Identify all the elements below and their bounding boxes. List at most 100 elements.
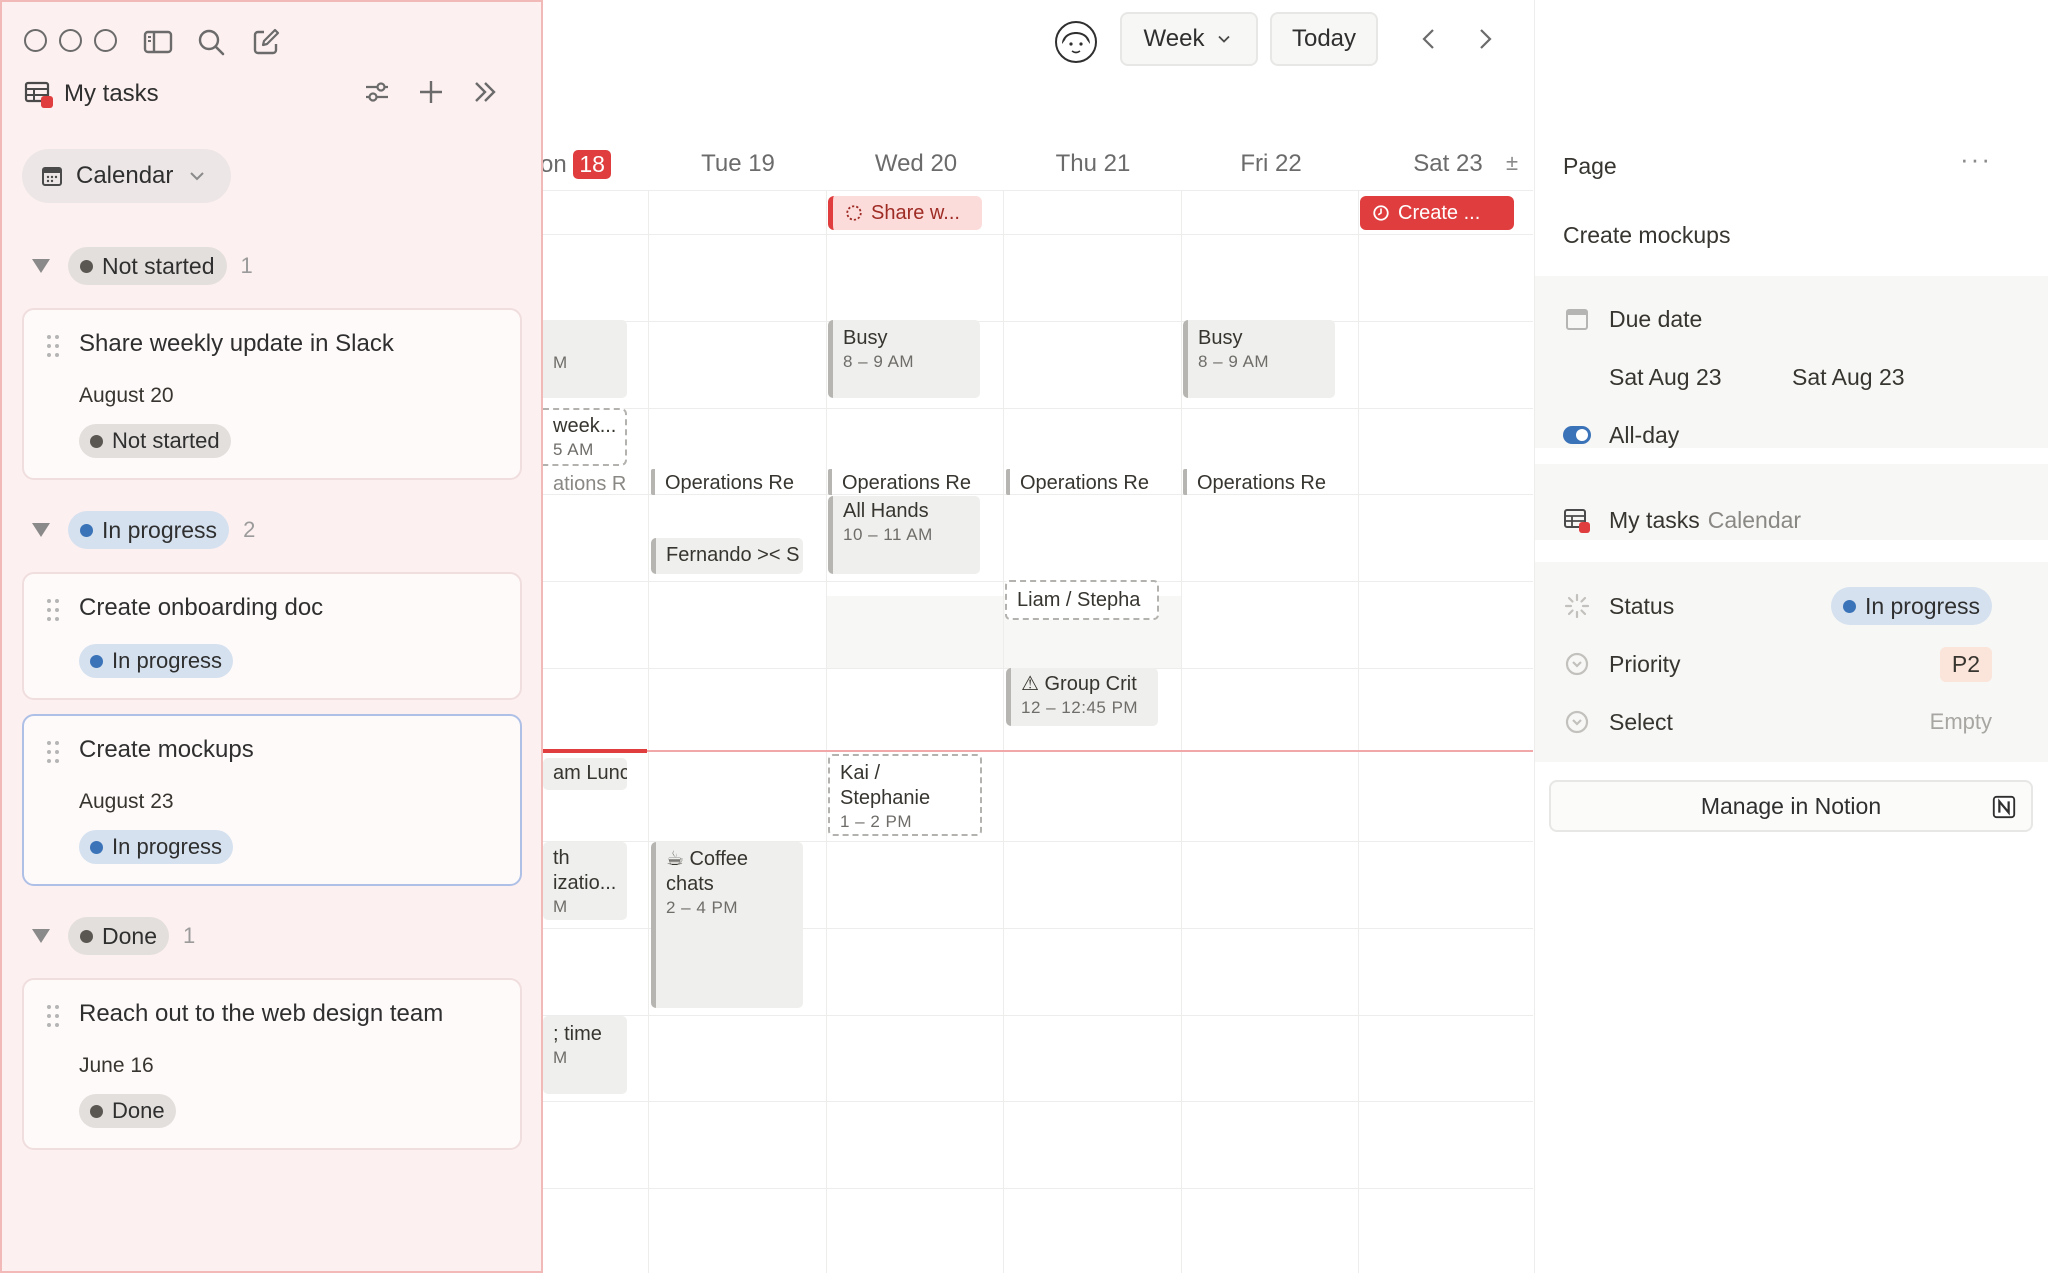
today-button-label: Today [1291, 25, 1357, 52]
event-tue-coffee-chats[interactable]: ☕ Coffee chats 2 – 4 PM [651, 842, 803, 1008]
group-header-done[interactable]: Done 1 [32, 916, 195, 956]
allday-toggle[interactable] [1563, 421, 1591, 449]
add-icon[interactable] [415, 76, 447, 108]
filter-settings-icon[interactable] [361, 76, 393, 108]
double-chevron-right-icon[interactable] [469, 76, 501, 108]
sidebar-toggle-icon[interactable] [142, 26, 174, 58]
due-date-row[interactable]: Due date [1563, 302, 2020, 336]
database-view: Calendar [1707, 506, 1802, 533]
window-controls [24, 29, 117, 52]
task-card[interactable]: Reach out to the web design team June 16… [22, 978, 522, 1150]
view-range-dropdown[interactable]: Week [1120, 12, 1258, 66]
priority-label: Priority [1609, 650, 1681, 677]
status-badge: In progress [79, 830, 234, 864]
view-range-label: Week [1143, 25, 1205, 52]
task-card[interactable]: Share weekly update in Slack August 20 N… [22, 308, 522, 480]
day-header-wed[interactable]: Wed 20 [827, 150, 1005, 178]
event-mon-busy[interactable]: M [543, 320, 627, 398]
page-detail-panel: Page ··· Create mockups Due date Sat Aug… [1534, 0, 2048, 1273]
event-tue-fernando[interactable]: Fernando >< S [651, 538, 803, 574]
page-title: Create mockups [1563, 221, 1731, 248]
group-header-in-progress[interactable]: In progress 2 [32, 510, 255, 550]
day-header-tue[interactable]: Tue 19 [649, 150, 827, 178]
status-value-badge[interactable]: In progress [1830, 587, 1992, 625]
select-value[interactable]: Empty [1930, 709, 1992, 735]
calendar-icon [1563, 305, 1591, 333]
task-date: June 16 [79, 1054, 154, 1077]
select-circle-icon [1563, 708, 1591, 736]
event-thu-operations[interactable]: Operations Re [1006, 469, 1156, 495]
allday-row[interactable]: All-day [1563, 418, 2020, 452]
event-wed-all-hands[interactable]: All Hands 10 – 11 AM [828, 496, 980, 574]
zoom-window-button[interactable] [94, 29, 117, 52]
status-progress-icon [846, 205, 862, 221]
compose-icon[interactable] [250, 26, 282, 58]
expand-allday-toggle[interactable]: ± [1506, 150, 1518, 176]
task-card-selected[interactable]: Create mockups August 23 In progress [22, 714, 522, 886]
status-badge: In progress [68, 511, 230, 549]
page-title-row[interactable]: Create mockups [1563, 218, 2020, 252]
status-label: Status [1609, 592, 1675, 619]
event-mon-operations[interactable]: ations Re [543, 470, 627, 496]
status-badge: Not started [68, 247, 227, 285]
drag-handle-icon[interactable] [46, 598, 60, 622]
status-badge: Done [68, 917, 169, 955]
collapse-triangle-icon[interactable] [32, 929, 50, 943]
event-mon-focus-time[interactable]: ; time M [543, 1016, 627, 1094]
event-thu-group-crit[interactable]: ⚠ Group Crit 12 – 12:45 PM [1006, 668, 1158, 726]
task-date: August 23 [79, 790, 174, 813]
allday-event-share-weekly[interactable]: Share w... [828, 196, 982, 230]
group-count: 1 [240, 253, 253, 278]
collapse-triangle-icon[interactable] [32, 259, 50, 273]
drag-handle-icon[interactable] [46, 1004, 60, 1028]
priority-row[interactable]: Priority P2 [1563, 646, 2020, 682]
manage-in-notion-button[interactable]: Manage in Notion [1549, 780, 2033, 832]
allday-event-create-mockups[interactable]: Create ... [1360, 196, 1514, 230]
event-mon-weekly[interactable]: week... 5 AM [543, 408, 627, 466]
clock-icon [1373, 205, 1389, 221]
event-fri-operations[interactable]: Operations Re [1183, 469, 1333, 495]
collapse-triangle-icon[interactable] [32, 523, 50, 537]
due-date-label: Due date [1609, 305, 1703, 332]
event-fri-busy[interactable]: Busy 8 – 9 AM [1183, 320, 1335, 398]
close-window-button[interactable] [24, 29, 47, 52]
priority-value-badge[interactable]: P2 [1939, 646, 1992, 682]
status-loading-icon [1563, 592, 1591, 620]
event-wed-operations[interactable]: Operations Re [828, 469, 978, 495]
event-wed-kai-stephanie[interactable]: Kai / Stephanie 1 – 2 PM [828, 754, 982, 836]
database-row[interactable]: My tasks Calendar [1563, 503, 2020, 537]
task-card[interactable]: Create onboarding doc In progress [22, 572, 522, 700]
status-row[interactable]: Status In progress [1563, 587, 2020, 625]
database-icon [1563, 506, 1591, 534]
select-circle-icon [1563, 650, 1591, 678]
group-header-not-started[interactable]: Not started 1 [32, 246, 253, 286]
task-date: August 20 [79, 384, 174, 407]
sidebar-title: My tasks [64, 80, 159, 107]
select-label: Select [1609, 708, 1673, 735]
event-tue-operations[interactable]: Operations Re [651, 469, 801, 495]
event-thu-liam-stephanie[interactable]: Liam / Stepha [1005, 580, 1159, 620]
date-range-row: Sat Aug 23 Sat Aug 23 [1563, 360, 2020, 394]
minimize-window-button[interactable] [59, 29, 82, 52]
event-mon-organization[interactable]: th izatio... M [543, 842, 627, 920]
select-row[interactable]: Select Empty [1563, 704, 2020, 740]
more-options-icon[interactable]: ··· [1960, 144, 1992, 175]
view-selector[interactable]: Calendar [22, 149, 232, 203]
event-wed-busy[interactable]: Busy 8 – 9 AM [828, 320, 980, 398]
day-header-mon[interactable]: on 18 [540, 150, 630, 179]
today-date-badge: 18 [573, 150, 611, 179]
event-mon-team-lunch[interactable]: am Lunc [543, 758, 627, 790]
user-avatar[interactable] [1054, 20, 1098, 64]
search-icon[interactable] [195, 26, 227, 58]
today-button[interactable]: Today [1270, 12, 1378, 66]
chevron-right-icon[interactable] [1470, 24, 1500, 54]
day-header-thu[interactable]: Thu 21 [1004, 150, 1182, 178]
end-date-value[interactable]: Sat Aug 23 [1792, 364, 1905, 391]
view-selector-label: Calendar [76, 162, 174, 189]
start-date-value[interactable]: Sat Aug 23 [1609, 364, 1792, 391]
calendar-week-grid[interactable] [543, 190, 1533, 1273]
chevron-left-icon[interactable] [1414, 24, 1444, 54]
drag-handle-icon[interactable] [46, 334, 60, 358]
day-header-fri[interactable]: Fri 22 [1182, 150, 1360, 178]
drag-handle-icon[interactable] [46, 740, 60, 764]
